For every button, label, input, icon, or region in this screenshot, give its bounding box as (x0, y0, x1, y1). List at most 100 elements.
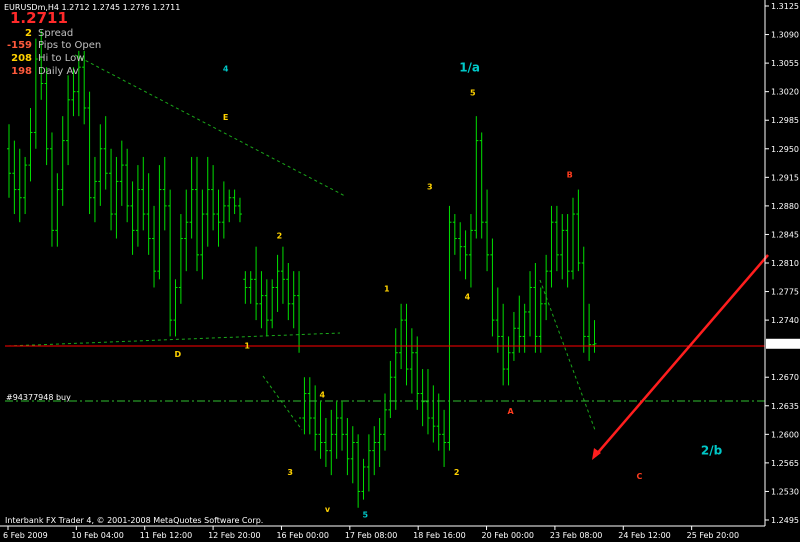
ohlc-bar (178, 214, 183, 304)
x-tick-label: 20 Feb 00:00 (482, 531, 534, 540)
ohlc-bar (549, 205, 554, 288)
info-spread: 2 Spread (6, 28, 73, 39)
ohlc-bar (60, 116, 65, 206)
y-tick-label: 1.2711 (771, 340, 799, 349)
x-tick-label: 6 Feb 2009 (3, 531, 48, 540)
wave-label: 1 (244, 342, 250, 351)
wave-label: 5 (470, 89, 476, 98)
y-tick-label: 1.2985 (771, 116, 799, 125)
ohlc-bar (135, 165, 140, 247)
x-tick-label: 12 Feb 20:00 (208, 531, 260, 540)
ohlc-bar (114, 156, 119, 239)
ohlc-bar (404, 303, 409, 386)
ohlc-bar (195, 156, 199, 272)
wave-label: E (223, 113, 228, 122)
ohlc-bar (366, 434, 371, 492)
info-pips-label: Pips to Open (38, 40, 102, 51)
ohlc-bar (157, 165, 162, 280)
info-pips-value: -159 (6, 40, 32, 51)
y-tick-label: 1.3055 (771, 59, 799, 68)
ohlc-bar (313, 385, 318, 451)
ohlc-bar (442, 409, 447, 467)
ohlc-bar (227, 189, 232, 223)
current-price-display: 1.2711 (10, 9, 68, 27)
y-tick-label: 1.3125 (771, 2, 799, 11)
wave-labels: 4 E 2 D 1 4 3 v 5 1 3 2 4 5 1/a A B C 2/b (175, 60, 723, 519)
ohlc-bar (141, 156, 146, 231)
trendline-wave4 (262, 375, 303, 431)
ohlc-bar (372, 426, 377, 476)
wave-label: 2 (277, 232, 283, 241)
x-axis-ticks: 6 Feb 2009 10 Feb 04:00 11 Feb 12:00 12 Feb… (3, 526, 739, 540)
ohlc-bar (485, 189, 490, 272)
trendline-upper (74, 54, 346, 197)
order-line-label[interactable]: #94377948 buy (6, 393, 71, 402)
ohlc-bar (544, 254, 549, 321)
ohlc-bar (474, 116, 479, 239)
y-tick-label: 1.2495 (771, 516, 799, 525)
y-tick-label: 1.2915 (771, 173, 799, 182)
ohlc-bar (254, 246, 259, 321)
x-tick-label: 25 Feb 20:00 (687, 531, 739, 540)
wave-label: 2 (454, 468, 460, 477)
y-tick-label: 1.2600 (771, 430, 799, 439)
wave-label: 3 (427, 183, 433, 192)
forecast-arrow (594, 254, 769, 457)
y-axis-ticks: 1.3125 1.3090 1.3055 1.3020 1.2985 1.2950 1.29… (765, 2, 800, 525)
ohlc-bar (205, 156, 210, 247)
ohlc-bar (243, 271, 248, 304)
ohlc-bar (173, 279, 178, 337)
ohlc-bar (221, 181, 226, 239)
ohlc-bar (125, 148, 130, 223)
ohlc-bar (323, 418, 328, 467)
ohlc-bar (248, 271, 253, 304)
ohlc-bar (538, 287, 543, 353)
ohlc-bar (259, 271, 264, 329)
ohlc-bar (237, 197, 242, 223)
ohlc-bar (109, 148, 114, 231)
ohlc-bar (318, 401, 323, 459)
ohlc-bar (533, 263, 538, 353)
info-dailyav-value: 198 (11, 66, 32, 77)
info-spread-value: 2 (25, 28, 32, 39)
y-tick-label: 1.2810 (771, 259, 799, 268)
ohlc-bar (479, 132, 484, 239)
ohlc-bar (119, 140, 124, 206)
ohlc-bar (92, 156, 97, 223)
ohlc-bar (23, 156, 28, 215)
wave-label: 3 (287, 468, 293, 477)
info-hilow-label: Hi to Low (38, 53, 85, 64)
ohlc-bar (200, 189, 205, 280)
ohlc-bar (189, 156, 194, 239)
ohlc-bar (103, 116, 108, 190)
ohlc-bar (560, 214, 565, 280)
x-tick-label: 23 Feb 08:00 (550, 531, 602, 540)
ohlc-bar (495, 287, 500, 353)
wave-label: 4 (223, 64, 229, 73)
ohlc-bar (436, 393, 441, 451)
ohlc-bar (468, 214, 473, 288)
ohlc-bar (356, 434, 361, 508)
ohlc-bar (528, 271, 533, 337)
x-tick-label: 16 Feb 00:00 (276, 531, 328, 540)
ohlc-bar (275, 254, 280, 312)
ohlc-bar (7, 124, 11, 198)
ohlc-bar (517, 295, 522, 353)
wave-label: 1 (384, 285, 390, 294)
price-chart[interactable]: 4 E 2 D 1 4 3 v 5 1 3 2 4 5 1/a A B C 2/b 1.3125 1.3090 1.30… (0, 0, 800, 542)
info-hi-to-low: 208 Hi to Low (6, 53, 84, 64)
trendline-c (539, 279, 596, 431)
ohlc-bar (184, 189, 189, 272)
ohlc-bar (28, 107, 33, 182)
ohlc-bar (393, 328, 398, 410)
x-tick-label: 11 Feb 12:00 (140, 531, 192, 540)
ohlc-bar (17, 148, 22, 223)
ohlc-bar (501, 303, 506, 386)
ohlc-bar (44, 67, 49, 166)
trendline-lower (7, 332, 341, 347)
wave-label: A (508, 407, 515, 416)
ohlc-bar (334, 401, 339, 459)
copyright-footer: Interbank FX Trader 4, © 2001-2008 MetaQ… (5, 516, 264, 525)
ohlc-bar (576, 189, 581, 272)
y-tick-label: 1.2950 (771, 145, 799, 154)
